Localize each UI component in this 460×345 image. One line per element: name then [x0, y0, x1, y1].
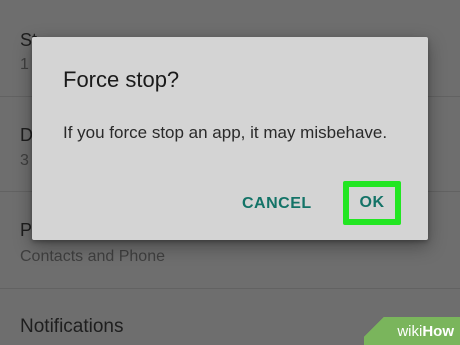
- settings-row-subtitle: 1: [20, 56, 29, 73]
- settings-row-subtitle: Contacts and Phone: [20, 248, 165, 265]
- ok-button[interactable]: OK: [349, 187, 395, 219]
- settings-row-title: P: [20, 220, 33, 240]
- cancel-button[interactable]: CANCEL: [242, 195, 312, 213]
- dialog-message: If you force stop an app, it may misbeha…: [63, 123, 388, 142]
- settings-row-title: Notifications: [20, 316, 124, 337]
- wikihow-watermark: wikiHow: [364, 317, 460, 345]
- settings-row-subtitle: 3: [20, 152, 29, 169]
- ok-button-highlight: OK: [343, 181, 401, 225]
- wikihow-logo: wikiHow: [397, 323, 454, 340]
- wikihow-logo-wiki: wiki: [397, 323, 423, 340]
- dialog-title: Force stop?: [63, 67, 180, 92]
- wikihow-logo-how: How: [422, 323, 454, 340]
- force-stop-dialog: Force stop? If you force stop an app, it…: [32, 37, 428, 240]
